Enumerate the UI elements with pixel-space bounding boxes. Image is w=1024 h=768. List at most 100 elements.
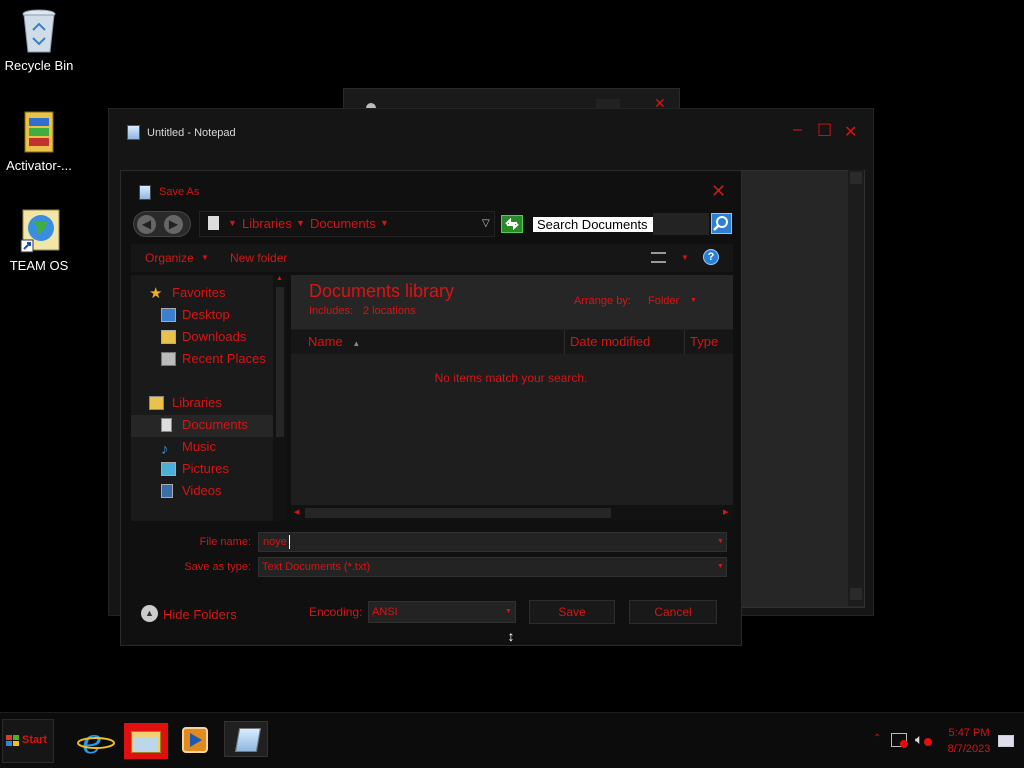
desktop-icon xyxy=(161,308,176,322)
scroll-up-arrow[interactable] xyxy=(850,172,862,184)
scroll-thumb[interactable] xyxy=(276,287,284,437)
organize-button[interactable]: Organize xyxy=(145,251,194,265)
column-type[interactable]: Type xyxy=(685,330,733,354)
scroll-left-arrow[interactable]: ◀ xyxy=(294,508,299,516)
encoding-select[interactable]: ANSI ▼ xyxy=(368,601,516,623)
notepad-icon xyxy=(139,185,151,200)
empty-message: No items match your search. xyxy=(434,371,588,385)
breadcrumb-libraries[interactable]: Libraries xyxy=(242,216,292,231)
new-folder-button[interactable]: New folder xyxy=(230,251,287,265)
content-pane[interactable]: Documents library Includes: 2 locations … xyxy=(291,275,733,521)
chevron-down-icon[interactable]: ▼ xyxy=(201,253,209,262)
view-dropdown-icon[interactable]: ▼ xyxy=(681,253,689,262)
includes-locations-link[interactable]: 2 locations xyxy=(363,305,416,317)
nav-favorites[interactable]: ★ Favorites xyxy=(149,283,225,305)
desktop-icon-team-os[interactable]: TEAM OS xyxy=(0,208,78,273)
show-hidden-icons-button[interactable]: ⌃ xyxy=(873,733,881,744)
view-list-icon[interactable] xyxy=(651,252,666,263)
column-label: Date modified xyxy=(570,334,651,349)
text-cursor xyxy=(289,535,290,549)
nav-videos[interactable]: Videos xyxy=(161,481,222,503)
scroll-right-arrow[interactable]: ▶ xyxy=(723,508,728,516)
file-name-label: File name: xyxy=(199,536,251,548)
dialog-title: Save As xyxy=(159,186,200,198)
search-icon[interactable] xyxy=(711,213,732,234)
desktop-icon-label: TEAM OS xyxy=(9,258,69,273)
file-explorer-icon[interactable] xyxy=(124,723,168,759)
nav-libraries[interactable]: Libraries xyxy=(149,393,222,415)
column-date-modified[interactable]: Date modified xyxy=(565,330,685,354)
clock-date[interactable]: 8/7/2023 xyxy=(944,743,994,755)
save-type-value: Text Documents (*.txt) xyxy=(262,561,371,573)
cancel-button[interactable]: Cancel xyxy=(629,600,717,624)
recent-places-icon xyxy=(161,352,176,366)
start-button[interactable]: Start xyxy=(2,719,54,763)
breadcrumb-documents[interactable]: Documents xyxy=(310,216,376,231)
address-dropdown-icon[interactable]: ▽ xyxy=(482,218,490,229)
notepad-text-area[interactable] xyxy=(740,170,865,608)
notepad-icon[interactable] xyxy=(224,721,268,757)
show-desktop-icon[interactable] xyxy=(998,735,1014,747)
navigation-pane[interactable]: ★ Favorites Desktop Downloads Recent Pla… xyxy=(131,275,287,521)
clock-time[interactable]: 5:47 PM xyxy=(948,727,990,739)
file-name-input[interactable]: noye ▼ xyxy=(258,532,727,552)
breadcrumb-separator-icon[interactable]: ▼ xyxy=(228,218,237,228)
maximize-button[interactable]: ☐ xyxy=(817,121,832,141)
nav-label: Documents xyxy=(182,417,248,432)
save-as-dialog[interactable]: Save As ✕ ◀ ▶ ▼ Libraries ▼ Documents ▼ … xyxy=(120,170,742,646)
svg-text:e: e xyxy=(82,723,102,759)
chevron-down-icon[interactable]: ▼ xyxy=(717,563,724,570)
desktop-icon-label: Recycle Bin xyxy=(4,58,74,73)
nav-pictures[interactable]: Pictures xyxy=(161,459,229,481)
dialog-close-button[interactable]: ✕ xyxy=(711,181,726,202)
file-name-value: noye xyxy=(263,536,287,548)
help-icon[interactable]: ? xyxy=(703,249,719,265)
nav-desktop[interactable]: Desktop xyxy=(161,305,230,327)
library-icon xyxy=(208,216,219,230)
chevron-down-icon[interactable]: ▼ xyxy=(717,538,724,545)
network-icon[interactable] xyxy=(891,733,908,748)
scroll-up-arrow[interactable]: ▲ xyxy=(276,275,283,282)
collapse-up-icon[interactable]: ▲ xyxy=(141,605,158,622)
search-input[interactable]: Search Documents xyxy=(533,217,653,232)
volume-muted-icon[interactable]: 🔈︎ xyxy=(915,731,933,747)
save-as-type-select[interactable]: Text Documents (*.txt) ▼ xyxy=(258,557,727,577)
nav-recent-places[interactable]: Recent Places xyxy=(161,349,266,371)
breadcrumb-separator-icon[interactable]: ▼ xyxy=(380,218,389,228)
internet-explorer-icon[interactable]: e xyxy=(74,722,118,762)
breadcrumb-separator-icon[interactable]: ▼ xyxy=(296,218,305,228)
forward-arrow-icon[interactable]: ▶ xyxy=(164,215,183,234)
nav-music[interactable]: ♪ Music xyxy=(161,437,216,459)
back-arrow-icon[interactable]: ◀ xyxy=(137,215,156,234)
nav-downloads[interactable]: Downloads xyxy=(161,327,246,349)
column-label: Type xyxy=(690,334,719,349)
minimize-button[interactable]: – xyxy=(793,121,802,139)
address-bar[interactable]: ▼ Libraries ▼ Documents ▼ ▽ xyxy=(199,211,495,237)
star-icon: ★ xyxy=(149,285,163,302)
notepad-scrollbar[interactable] xyxy=(848,170,864,606)
library-header: Documents library Includes: 2 locations … xyxy=(291,275,733,329)
back-forward-buttons[interactable]: ◀ ▶ xyxy=(133,211,191,237)
column-label: Name xyxy=(308,334,343,349)
scroll-down-arrow[interactable] xyxy=(850,588,862,600)
nav-scrollbar[interactable]: ▲ xyxy=(273,275,287,521)
save-button[interactable]: Save xyxy=(529,600,615,624)
search-field-extension[interactable] xyxy=(653,213,709,235)
media-player-icon[interactable] xyxy=(174,723,218,759)
includes-label: Includes: xyxy=(309,305,354,317)
globe-shortcut-icon xyxy=(19,208,60,254)
column-name[interactable]: Name ▲ xyxy=(303,330,565,354)
nav-documents[interactable]: Documents xyxy=(161,415,248,437)
hide-folders-button[interactable]: Hide Folders xyxy=(163,607,237,622)
windows-logo-icon xyxy=(6,735,20,747)
arrange-by-dropdown[interactable]: Folder xyxy=(648,295,679,307)
desktop-icon-recycle-bin[interactable]: Recycle Bin xyxy=(0,8,78,73)
desktop-icon-activator[interactable]: Activator-... xyxy=(0,108,78,173)
horizontal-scrollbar[interactable]: ◀ ▶ xyxy=(291,505,733,521)
refresh-icon[interactable] xyxy=(501,215,523,233)
chevron-down-icon[interactable]: ▼ xyxy=(505,608,512,615)
scroll-thumb[interactable] xyxy=(305,508,611,518)
chevron-down-icon[interactable]: ▼ xyxy=(690,297,697,304)
close-button[interactable]: ✕ xyxy=(844,122,857,142)
save-as-type-label: Save as type: xyxy=(184,561,251,573)
